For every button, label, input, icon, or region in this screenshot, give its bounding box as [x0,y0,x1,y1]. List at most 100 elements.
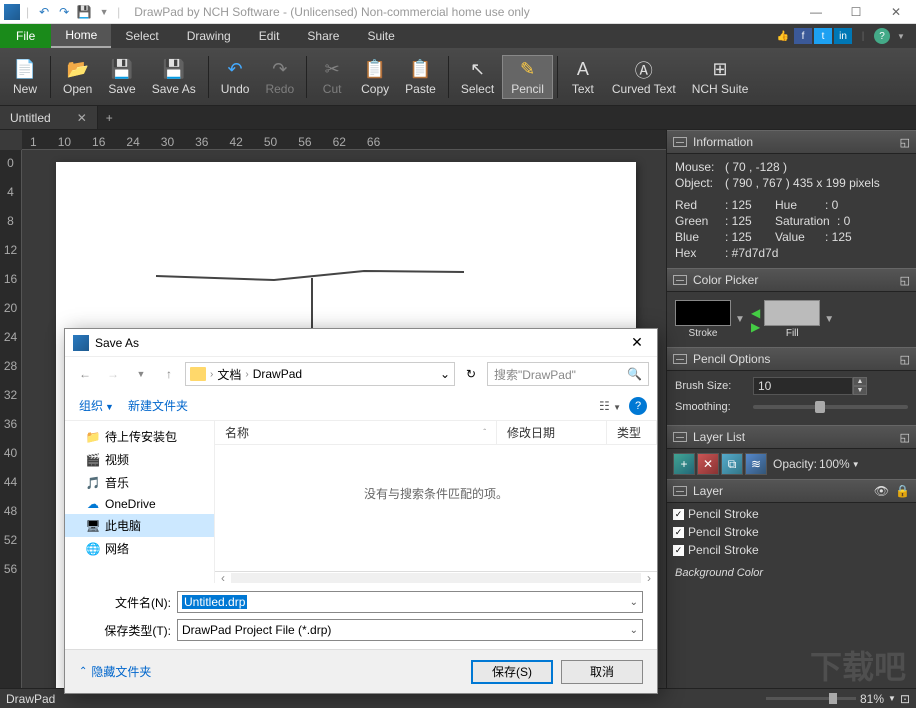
maximize-button[interactable]: ☐ [836,0,876,24]
new-button[interactable]: 📄New [4,56,46,98]
layer-item[interactable]: ✓Pencil Stroke [667,505,916,523]
new-folder-button[interactable]: 新建文件夹 [124,395,192,416]
add-tab-button[interactable]: + [98,106,121,129]
opacity-dropdown-icon[interactable]: ▼ [852,460,860,469]
layer-item[interactable]: ✓Pencil Stroke [667,541,916,559]
combo-dropdown-icon[interactable]: ⌄ [630,597,638,608]
dialog-close-button[interactable]: ✕ [625,334,649,351]
zoom-slider[interactable] [766,697,856,700]
select-tool-button[interactable]: ↖Select [453,56,502,98]
help-dropdown-icon[interactable]: ▼ [892,28,910,44]
hide-folders-link[interactable]: ⌃隐藏文件夹 [79,663,151,680]
tree-item[interactable]: 🎬视频 [65,448,214,471]
linkedin-icon[interactable]: in [834,28,852,44]
tab-drawing[interactable]: Drawing [173,24,245,48]
nav-forward-button[interactable]: → [101,362,125,386]
fill-dropdown-icon[interactable]: ▼ [824,314,836,325]
collapse-icon[interactable] [673,486,687,496]
combo-dropdown-icon[interactable]: ⌄ [630,625,638,636]
close-button[interactable]: ✕ [876,0,916,24]
col-name[interactable]: 名称ˆ [215,421,497,444]
undo-icon[interactable]: ↶ [35,3,53,21]
curved-text-button[interactable]: ⒶCurved Text [604,56,684,98]
search-input[interactable]: 搜索"DrawPad" 🔍 [487,362,649,386]
stroke-dropdown-icon[interactable]: ▼ [735,314,747,325]
view-mode-button[interactable]: ☷ ▼ [599,399,621,413]
facebook-icon[interactable]: f [794,28,812,44]
tree-item[interactable]: 🌐网络 [65,537,214,560]
popout-icon[interactable]: ◱ [900,431,910,444]
paste-button[interactable]: 📋Paste [397,56,444,98]
chevron-icon[interactable]: › [210,369,213,380]
pencil-tool-button[interactable]: ✎Pencil [502,55,553,99]
duplicate-layer-button[interactable]: ⧉ [721,453,743,475]
tree-item[interactable]: 🖥此电脑 [65,514,214,537]
tree-item[interactable]: ☁OneDrive [65,494,214,514]
tab-suite[interactable]: Suite [353,24,408,48]
fill-color-swatch[interactable] [764,300,820,326]
help-icon[interactable]: ? [874,28,890,44]
collapse-icon[interactable] [673,275,687,285]
save-icon[interactable]: 💾 [75,3,93,21]
collapse-icon[interactable] [673,432,687,442]
lock-icon[interactable]: 🔒 [895,484,910,498]
layer-checkbox[interactable]: ✓ [673,509,684,520]
crumb-documents[interactable]: 文档 [217,366,241,383]
popout-icon[interactable]: ◱ [900,274,910,287]
zoom-fit-icon[interactable]: ⊡ [900,692,910,706]
nch-suite-button[interactable]: ⊞NCH Suite [684,56,757,98]
filetype-select[interactable]: DrawPad Project File (*.drp)⌄ [177,619,643,641]
tab-close-icon[interactable]: ✕ [77,111,87,125]
breadcrumb[interactable]: › 文档 › DrawPad ⌄ [185,362,455,386]
dialog-help-button[interactable]: ? [629,397,647,415]
tab-edit[interactable]: Edit [245,24,294,48]
popout-icon[interactable]: ◱ [900,136,910,149]
zoom-thumb[interactable] [829,693,837,704]
organize-button[interactable]: 组织▼ [75,395,118,416]
file-menu[interactable]: File [0,24,51,48]
tree-item[interactable]: 📁待上传安装包 [65,425,214,448]
horizontal-scrollbar[interactable]: ‹ › [215,571,657,583]
smoothing-slider[interactable] [753,405,908,409]
copy-button[interactable]: 📋Copy [353,56,397,98]
chevron-icon[interactable]: › [245,369,248,380]
text-tool-button[interactable]: AText [562,56,604,98]
layer-item[interactable]: ✓Pencil Stroke [667,523,916,541]
open-button[interactable]: 📂Open [55,56,100,98]
col-type[interactable]: 类型 [607,421,657,444]
collapse-icon[interactable] [673,137,687,147]
add-layer-button[interactable]: + [673,453,695,475]
col-date[interactable]: 修改日期 [497,421,607,444]
refresh-button[interactable]: ↻ [459,367,483,381]
delete-layer-button[interactable]: ✕ [697,453,719,475]
tab-home[interactable]: Home [51,24,111,48]
saveas-button[interactable]: 💾Save As [144,56,204,98]
save-button[interactable]: 保存(S) [471,660,553,684]
visibility-icon[interactable]: 👁 [874,484,889,498]
redo-icon[interactable]: ↷ [55,3,73,21]
layer-checkbox[interactable]: ✓ [673,527,684,538]
spin-up-icon[interactable]: ▲ [853,377,867,386]
nav-up-button[interactable]: ↑ [157,362,181,386]
minimize-button[interactable]: — [796,0,836,24]
crumb-drawpad[interactable]: DrawPad [253,367,302,381]
tab-select[interactable]: Select [111,24,172,48]
brush-size-input[interactable] [753,377,853,395]
like-icon[interactable]: 👍 [774,28,792,44]
qat-dropdown-icon[interactable]: ▼ [95,3,113,21]
layer-checkbox[interactable]: ✓ [673,545,684,556]
brush-size-spinbox[interactable]: ▲▼ [753,377,867,395]
crumb-dropdown-icon[interactable]: ⌄ [440,367,450,381]
collapse-icon[interactable] [673,354,687,364]
document-tab[interactable]: Untitled ✕ [0,106,98,129]
merge-layer-button[interactable]: ≋ [745,453,767,475]
slider-thumb[interactable] [815,401,825,413]
twitter-icon[interactable]: t [814,28,832,44]
search-icon[interactable]: 🔍 [627,367,642,381]
save-button[interactable]: 💾Save [100,56,143,98]
undo-button[interactable]: ↶Undo [213,56,258,98]
cancel-button[interactable]: 取消 [561,660,643,684]
nav-recents-button[interactable]: ▼ [129,362,153,386]
swap-colors[interactable]: ◀▶ [751,306,760,334]
popout-icon[interactable]: ◱ [900,353,910,366]
